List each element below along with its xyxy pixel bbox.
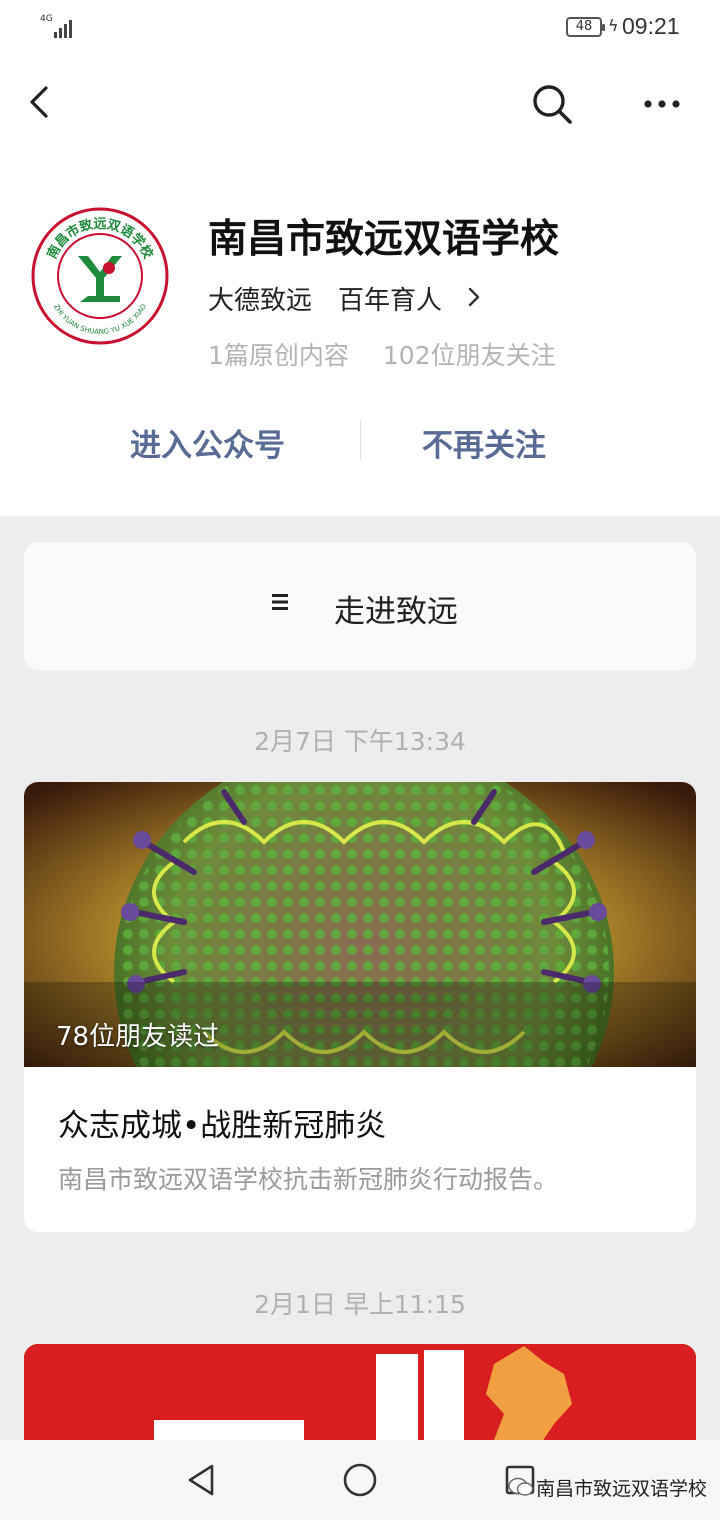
wechat-icon [508,1477,534,1496]
article-summary: 南昌市致远双语学校抗击新冠肺炎行动报告。 [58,1165,559,1194]
nav-home-icon[interactable] [342,1462,378,1498]
post-date: 2月7日 下午13:34 [254,727,466,756]
system-nav-bar: 南昌市致远双语学校 [0,1440,720,1520]
account-slogan[interactable]: 大德致远 百年育人 [208,280,442,317]
action-divider [360,420,361,460]
network-type: 4G [40,14,53,24]
article-card[interactable]: 78位朋友读过 众志成城•战胜新冠肺炎 南昌市致远双语学校抗击新冠肺炎行动报告。 [24,782,696,1232]
status-bar: 4G 48 ϟ 09:21 [0,0,720,56]
read-count: 78位朋友读过 [56,1022,220,1052]
battery-icon: 48 [566,17,605,37]
back-icon[interactable] [20,80,64,124]
more-icon[interactable] [638,84,686,124]
menu-label: 走进致远 [334,594,458,630]
charging-icon: ϟ [608,16,619,35]
status-time: 09:21 [622,13,680,39]
chevron-right-icon[interactable] [464,284,484,310]
menu-item[interactable]: 走进致远 [24,542,696,670]
unfollow-button[interactable]: 不再关注 [422,420,546,465]
school-logo[interactable]: 南昌市致远双语学校 ZHI YUAN SHUANG YU XUE XIAO [30,206,170,346]
menu-icon [272,594,288,610]
post-date: 2月1日 早上11:15 [254,1290,466,1319]
account-name: 南昌市致远双语学校 [208,217,560,262]
account-actions: 进入公众号 不再关注 [0,412,720,488]
enter-account-button[interactable]: 进入公众号 [130,420,285,465]
nav-back-icon[interactable] [184,1462,218,1498]
follower-count: 102位朋友关注 [382,341,556,370]
signal-icon: 4G [40,14,80,40]
top-nav-bar [0,56,720,156]
account-stats: 1篇原创内容 102位朋友关注 [208,336,556,372]
watermark-text: 南昌市致远双语学校 [536,1478,708,1500]
search-icon[interactable] [528,80,576,128]
original-count: 1篇原创内容 [208,341,349,370]
account-profile: 南昌市致远双语学校 ZHI YUAN SHUANG YU XUE XIAO 南昌… [0,156,720,516]
article-title[interactable]: 众志成城•战胜新冠肺炎 [58,1100,386,1145]
